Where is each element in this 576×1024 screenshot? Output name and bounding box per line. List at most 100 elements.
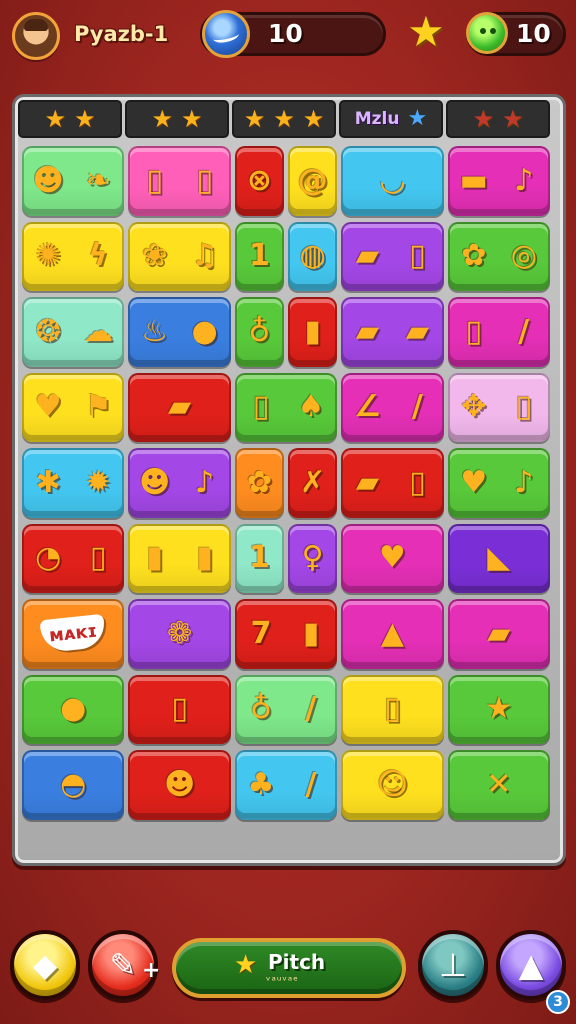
game-tile[interactable]: ▬ ♪	[447, 146, 550, 216]
game-tile[interactable]: ♣ /	[234, 750, 338, 820]
game-tile[interactable]: ●	[22, 674, 125, 744]
game-tile[interactable]: ✿ ◎	[447, 221, 550, 291]
star-icon: ★	[502, 105, 524, 133]
game-tile[interactable]: ▰	[128, 372, 231, 442]
game-tile[interactable]: ▯	[128, 674, 231, 744]
tile-icon: ▰	[355, 313, 379, 349]
tile-text: ᴍᴀᴋɪ	[39, 613, 107, 654]
game-tile[interactable]: ✺ ϟ	[22, 221, 125, 291]
tile-icon: 1	[248, 540, 270, 576]
tile-icon: /	[305, 691, 317, 727]
game-tile[interactable]: ♁ /	[234, 674, 338, 744]
game-tile[interactable]: ◡	[341, 146, 444, 216]
game-tile[interactable]: ✿	[234, 448, 284, 518]
gem-count: 10	[516, 19, 551, 48]
tile-icon: ♁	[249, 691, 272, 727]
pitch-button-label[interactable]: Pitch	[268, 950, 325, 974]
star-icon: ★	[302, 105, 325, 133]
game-tile[interactable]: ▰ ▯	[341, 221, 444, 291]
star-icon: ★	[243, 105, 266, 133]
game-tile[interactable]: ◔ ▯	[22, 523, 125, 593]
game-tile[interactable]: ◣	[447, 523, 550, 593]
game-tile[interactable]: ♥ ⚑	[22, 372, 125, 442]
tile-icon: ◍	[299, 238, 326, 274]
tile-icon: ▰	[168, 389, 192, 425]
tile-icon: ◓	[60, 766, 87, 802]
game-tile[interactable]: ▰	[447, 599, 550, 669]
top-bar: Pyazb-1 10 ★ 10	[0, 0, 576, 78]
game-tile[interactable]: ✗	[288, 448, 338, 518]
shovel-button[interactable]: ⊥	[418, 930, 488, 1000]
tile-icon: ♀	[301, 540, 324, 576]
tile-icon: ⚑	[84, 389, 112, 425]
game-tile[interactable]: ▮	[288, 297, 338, 367]
tile-icon: ●	[60, 691, 87, 727]
game-tile[interactable]: ☻ ❧	[22, 146, 125, 216]
shovel-icon: ⊥	[439, 946, 467, 984]
level-slot[interactable]: ★ ★ ★	[232, 100, 336, 138]
game-tile[interactable]: 1	[234, 523, 284, 593]
tile-icon: ♁	[248, 313, 271, 349]
tile-icon: ◣	[487, 540, 511, 576]
level-slot[interactable]: ★ ★	[125, 100, 229, 138]
tile-icon: ♥	[34, 389, 62, 425]
plus-icon: +	[142, 958, 161, 983]
tile-icon: ❂	[35, 313, 61, 349]
game-tile[interactable]: 7 ▮	[234, 599, 338, 669]
star-icon: ★	[151, 105, 173, 133]
tile-icon: ◎	[510, 238, 537, 274]
game-tile[interactable]: ♥	[341, 523, 444, 593]
pitch-star-icon: ★	[234, 950, 258, 980]
star-icon: ★	[407, 7, 445, 56]
tile-icon: ✗	[300, 464, 326, 500]
game-tile[interactable]: ❂ ☁	[22, 297, 125, 367]
game-tile[interactable]: ❀ ♫	[128, 221, 231, 291]
game-tile[interactable]: ⊗	[234, 146, 284, 216]
tile-icon: ♪	[195, 464, 215, 500]
level-slot[interactable]: ★ ★	[18, 100, 122, 138]
player-avatar[interactable]	[12, 12, 60, 60]
level-slot[interactable]: ★ ★	[446, 100, 550, 138]
game-tile[interactable]: ▲	[341, 599, 444, 669]
game-tile[interactable]: ✕	[447, 750, 550, 820]
tile-icon: ▯	[409, 238, 426, 274]
game-tile[interactable]: ☺	[341, 750, 444, 820]
game-tile[interactable]: ♨ ●	[128, 297, 231, 367]
game-tile[interactable]: ♥ ♪	[447, 448, 550, 518]
game-tile[interactable]: ✱ ✹	[22, 448, 125, 518]
tile-icon: ♥	[460, 464, 488, 500]
game-tile[interactable]: ▰ ▰	[341, 297, 444, 367]
game-tile[interactable]: ▯ ♠	[234, 372, 338, 442]
game-tile[interactable]: ∠ /	[341, 372, 444, 442]
tile-icon: ⊗	[246, 162, 272, 198]
tile-icon: ▮	[304, 313, 321, 349]
game-tile[interactable]: ☻ ♪	[128, 448, 231, 518]
tile-icon: ▯	[252, 389, 270, 425]
coin-count: 10	[268, 19, 303, 48]
game-tile[interactable]: ♀	[288, 523, 338, 593]
game-tile[interactable]: ▯ ▯	[128, 146, 231, 216]
tile-icon: ✥	[461, 389, 487, 425]
game-tile[interactable]: ☻	[128, 750, 231, 820]
game-tile[interactable]: @	[288, 146, 338, 216]
game-tile[interactable]: ▯	[341, 674, 444, 744]
game-tile[interactable]: ◓	[22, 750, 125, 820]
game-tile[interactable]: ✥ ▯	[447, 372, 550, 442]
game-tile[interactable]: ❁	[128, 599, 231, 669]
level-slot[interactable]: Mzlu ★	[339, 100, 443, 138]
game-tile[interactable]: ◍	[288, 221, 338, 291]
game-tile[interactable]: ♁	[234, 297, 284, 367]
level-slot-label: Mzlu	[354, 109, 400, 129]
game-tile[interactable]: ▰ ▯	[341, 448, 444, 518]
game-tile[interactable]: 1	[234, 221, 284, 291]
game-tile[interactable]: ᴍᴀᴋɪ	[22, 599, 125, 669]
eraser-button[interactable]: ◆	[10, 930, 80, 1000]
game-tile[interactable]: ★	[447, 674, 550, 744]
game-tile[interactable]: ▯ /	[447, 297, 550, 367]
game-tile[interactable]: ▮ ▮	[128, 523, 231, 593]
tile-icon: ♣	[247, 766, 275, 802]
tile-icon: ♪	[514, 162, 534, 198]
tile-icon: ϟ	[88, 238, 109, 274]
hammer-icon: ✎	[109, 946, 137, 984]
tile-icon: ✿	[246, 464, 272, 500]
